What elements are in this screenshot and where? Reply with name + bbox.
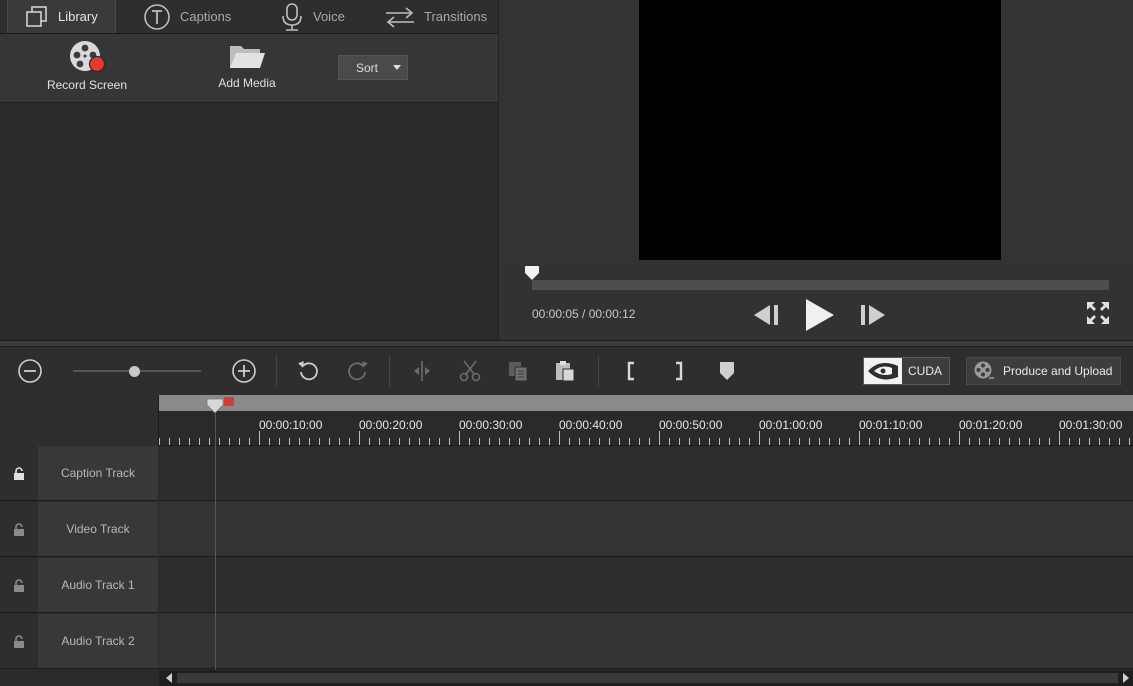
cuda-label: CUDA xyxy=(908,364,943,378)
lock-open-icon[interactable] xyxy=(0,502,37,557)
sort-dropdown[interactable]: Sort xyxy=(338,55,408,80)
paste-icon[interactable] xyxy=(551,357,579,385)
toolbar-divider xyxy=(276,355,277,387)
seek-handle-icon[interactable] xyxy=(524,265,540,281)
mark-out-icon[interactable] xyxy=(665,357,693,385)
toolbar-divider xyxy=(389,355,390,387)
track-name-audio-2: Audio Track 2 xyxy=(38,614,158,669)
cuda-button[interactable]: CUDA xyxy=(863,357,950,385)
captions-icon xyxy=(142,2,172,32)
library-icon xyxy=(24,5,50,29)
scrollbar-thumb[interactable] xyxy=(177,673,1118,683)
produce-and-upload-button[interactable]: Produce and Upload xyxy=(966,357,1121,385)
split-icon[interactable] xyxy=(408,357,436,385)
add-marker-icon[interactable] xyxy=(713,357,741,385)
track-lane-video[interactable] xyxy=(159,502,1133,557)
play-icon[interactable] xyxy=(800,296,838,334)
ruler-label: 00:00:20:00 xyxy=(359,418,423,432)
timeline-corner xyxy=(0,395,159,445)
lock-open-icon[interactable] xyxy=(0,558,37,613)
add-media-button[interactable]: Add Media xyxy=(205,40,289,90)
zoom-out-icon[interactable] xyxy=(16,357,44,385)
playhead-line xyxy=(215,411,216,671)
undo-icon[interactable] xyxy=(295,357,323,385)
record-screen-button[interactable]: Record Screen xyxy=(40,40,134,92)
ruler-label: 00:01:30:00 xyxy=(1059,418,1123,432)
ruler-label: 00:01:20:00 xyxy=(959,418,1023,432)
nvidia-icon xyxy=(864,358,902,384)
track-name-audio-1: Audio Track 1 xyxy=(38,558,158,613)
ruler-label-layer: 00:00:10:00 00:00:20:00 00:00:30:00 00:00:4… xyxy=(159,411,1133,445)
time-readout: 00:00:05 / 00:00:12 xyxy=(532,307,636,321)
preview-seekbar[interactable] xyxy=(532,280,1109,290)
ruler-label: 00:00:10:00 xyxy=(259,418,323,432)
lock-open-icon[interactable] xyxy=(0,446,37,501)
preview-screen xyxy=(639,0,1001,260)
timeline-overview-bar[interactable] xyxy=(159,395,1133,411)
zoom-in-icon[interactable] xyxy=(230,357,258,385)
zoom-slider-knob[interactable] xyxy=(129,366,140,377)
track-name-caption: Caption Track xyxy=(38,446,158,501)
film-reel-icon xyxy=(973,360,995,382)
ruler-label: 00:01:00:00 xyxy=(759,418,823,432)
folder-icon xyxy=(227,40,267,72)
tab-library[interactable]: Library xyxy=(7,0,116,33)
fullscreen-icon[interactable] xyxy=(1085,300,1111,326)
ruler-label: 00:00:40:00 xyxy=(559,418,623,432)
scroll-right-icon[interactable] xyxy=(1122,673,1130,683)
produce-and-upload-label: Produce and Upload xyxy=(1003,364,1113,378)
tab-transitions-label: Transitions xyxy=(424,9,488,24)
next-frame-icon[interactable] xyxy=(857,302,889,328)
track-lane-caption[interactable] xyxy=(159,446,1133,501)
add-media-label: Add Media xyxy=(218,76,276,90)
tab-library-label: Library xyxy=(58,9,98,24)
tab-voice-label: Voice xyxy=(313,9,345,24)
ruler-label: 00:00:30:00 xyxy=(459,418,523,432)
sort-label: Sort xyxy=(355,60,378,75)
mark-in-icon[interactable] xyxy=(617,357,645,385)
film-reel-record-icon xyxy=(68,40,106,74)
track-lane-audio-2[interactable] xyxy=(159,614,1133,669)
horizontal-splitter[interactable] xyxy=(0,340,1133,347)
track-lane-audio-1[interactable] xyxy=(159,558,1133,613)
tab-captions-label: Captions xyxy=(180,9,232,24)
ruler-label: 00:01:10:00 xyxy=(859,418,923,432)
tab-transitions[interactable]: Transitions xyxy=(384,0,487,33)
library-media-area xyxy=(0,103,498,340)
scroll-left-icon[interactable] xyxy=(165,673,173,683)
transitions-icon xyxy=(384,5,416,29)
tab-captions[interactable]: Captions xyxy=(142,0,231,33)
previous-frame-icon[interactable] xyxy=(750,302,782,328)
track-name-video: Video Track xyxy=(38,502,158,557)
tab-voice[interactable]: Voice xyxy=(279,0,345,33)
cut-icon[interactable] xyxy=(456,357,484,385)
redo-icon[interactable] xyxy=(343,357,371,385)
ruler-label: 00:00:50:00 xyxy=(659,418,723,432)
lock-open-icon[interactable] xyxy=(0,614,37,669)
mark-out-flag xyxy=(224,397,234,406)
timeline-bottom-left xyxy=(0,670,158,686)
copy-icon[interactable] xyxy=(504,357,532,385)
toolbar-divider xyxy=(598,355,599,387)
microphone-icon xyxy=(279,2,305,32)
record-screen-label: Record Screen xyxy=(46,78,128,92)
chevron-down-icon xyxy=(393,65,401,70)
